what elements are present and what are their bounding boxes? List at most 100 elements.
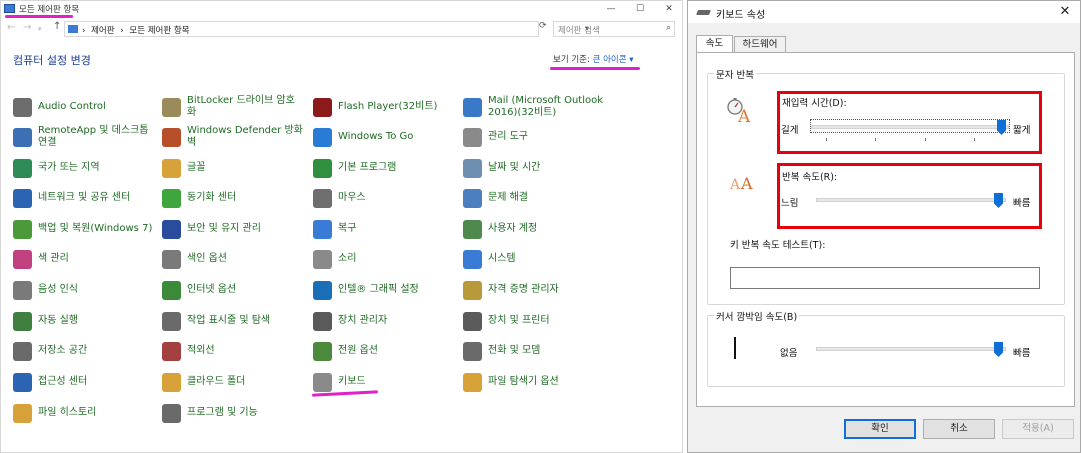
cursor-blink-min-label: 없음 xyxy=(780,348,798,359)
tab-speed[interactable]: 속도 xyxy=(696,35,733,53)
control-panel-item-label: 자동 실행 xyxy=(38,315,78,326)
repeat-test-input[interactable] xyxy=(730,267,1040,289)
file-history-icon xyxy=(13,403,32,423)
refresh-icon[interactable]: ⟳ xyxy=(539,21,547,31)
control-panel-item[interactable]: 시스템 xyxy=(463,245,516,273)
intel-graphics-icon xyxy=(313,280,332,300)
control-panel-item[interactable]: 백업 및 복원(Windows 7) xyxy=(13,215,152,243)
control-panel-item[interactable]: 글꼴 xyxy=(162,154,205,182)
control-panel-item[interactable]: 국가 또는 지역 xyxy=(13,154,100,182)
forward-arrow-icon[interactable]: → xyxy=(23,22,31,33)
control-panel-item-label: 네트워크 및 공유 센터 xyxy=(38,192,131,203)
annotation-box-repeat-rate xyxy=(777,163,1042,229)
audio-icon xyxy=(13,97,32,117)
control-panel-item[interactable]: 장치 및 프린터 xyxy=(463,307,550,335)
close-button[interactable]: ✕ xyxy=(1054,4,1076,20)
control-panel-item[interactable]: Flash Player(32비트) xyxy=(313,93,437,121)
control-panel-item[interactable]: 작업 표시줄 및 탐색 xyxy=(162,307,270,335)
control-panel-item-label: 전화 및 모뎀 xyxy=(488,345,541,356)
programs-features-icon xyxy=(162,403,181,423)
control-panel-item[interactable]: 자격 증명 관리자 xyxy=(463,276,559,304)
recent-locations-icon[interactable]: ▾ xyxy=(38,25,42,33)
cursor-blink-slider[interactable] xyxy=(816,342,1006,357)
maximize-button[interactable]: ☐ xyxy=(627,1,653,17)
control-panel-item-label: 작업 표시줄 및 탐색 xyxy=(187,315,271,326)
control-panel-item[interactable]: 접근성 센터 xyxy=(13,368,87,396)
control-panel-item[interactable]: 기본 프로그램 xyxy=(313,154,396,182)
search-icon[interactable]: ⌕ xyxy=(666,23,671,33)
breadcrumb-control-panel[interactable]: 제어판 xyxy=(91,26,114,36)
control-panel-item[interactable]: 관리 도구 xyxy=(463,123,528,151)
remoteapp-icon xyxy=(13,127,32,147)
minimize-button[interactable]: — xyxy=(598,1,624,17)
control-panel-item-label: 관리 도구 xyxy=(488,131,528,142)
control-panel-item[interactable]: 날짜 및 시간 xyxy=(463,154,540,182)
control-panel-item[interactable]: 색인 옵션 xyxy=(162,245,227,273)
address-bar[interactable]: › 제어판 › 모든 제어판 항목 ▾ xyxy=(64,21,589,37)
control-panel-item[interactable]: 복구 xyxy=(313,215,356,243)
breadcrumb-separator: › xyxy=(82,26,86,36)
cp-titlebar: 모든 제어판 항목 — ☐ ✕ xyxy=(1,1,682,17)
phone-modem-icon xyxy=(463,341,482,361)
control-panel-item-label: 인텔® 그래픽 설정 xyxy=(338,284,419,295)
back-arrow-icon[interactable]: ← xyxy=(7,22,15,33)
control-panel-item[interactable]: 동기화 센터 xyxy=(162,184,236,212)
slider-thumb[interactable] xyxy=(994,342,1003,357)
control-panel-item[interactable]: 전원 옵션 xyxy=(313,337,378,365)
control-panel-item[interactable]: 문제 해결 xyxy=(463,184,528,212)
repeat-test-label: 키 반복 속도 테스트(T): xyxy=(730,240,826,251)
view-by-label: 보기 기준: xyxy=(553,55,590,65)
control-panel-item-label: 날짜 및 시간 xyxy=(488,162,541,173)
control-panel-item[interactable]: 색 관리 xyxy=(13,245,69,273)
control-panel-item-label: BitLocker 드라이브 암호 화 xyxy=(187,95,295,118)
control-panel-item-label: 시스템 xyxy=(488,253,516,264)
cancel-button[interactable]: 취소 xyxy=(923,419,995,439)
control-panel-item[interactable]: 장치 관리자 xyxy=(313,307,387,335)
control-panel-item-label: 장치 관리자 xyxy=(338,315,388,326)
control-panel-item-label: 문제 해결 xyxy=(488,192,528,203)
control-panel-item[interactable]: 인텔® 그래픽 설정 xyxy=(313,276,419,304)
control-panel-item[interactable]: 저장소 공간 xyxy=(13,337,87,365)
breadcrumb-all-items[interactable]: 모든 제어판 항목 xyxy=(129,26,189,36)
control-panel-item[interactable]: 보안 및 유지 관리 xyxy=(162,215,261,243)
firewall-icon xyxy=(162,127,181,147)
cp-navigation-bar: ← → ▾ ↑ › 제어판 › 모든 제어판 항목 ▾ ⟳ 제어판 검색 ⌕ xyxy=(1,19,682,39)
control-panel-item[interactable]: 마우스 xyxy=(313,184,366,212)
tab-hardware[interactable]: 하드웨어 xyxy=(734,36,786,53)
control-panel-item[interactable]: Windows Defender 방화 벽 xyxy=(162,123,303,151)
control-panel-item[interactable]: BitLocker 드라이브 암호 화 xyxy=(162,93,295,121)
control-panel-item[interactable]: 파일 히스토리 xyxy=(13,399,96,427)
control-panel-item[interactable]: 인터넷 옵션 xyxy=(162,276,236,304)
ok-button[interactable]: 확인 xyxy=(844,419,916,439)
control-panel-item[interactable]: Mail (Microsoft Outlook 2016)(32비트) xyxy=(463,93,603,121)
fonts-icon xyxy=(162,158,181,178)
control-panel-item[interactable]: 적외선 xyxy=(162,337,215,365)
control-panel-item-label: 전원 옵션 xyxy=(338,345,378,356)
view-by-dropdown[interactable]: 큰 아이콘 ▾ xyxy=(593,55,634,65)
control-panel-item[interactable]: 파일 탐색기 옵션 xyxy=(463,368,559,396)
control-panel-item[interactable]: 음성 인식 xyxy=(13,276,78,304)
user-accounts-icon xyxy=(463,219,482,239)
control-panel-item[interactable]: 프로그램 및 기능 xyxy=(162,399,258,427)
control-panel-item[interactable]: 클라우드 폴더 xyxy=(162,368,245,396)
apply-button[interactable]: 적용(A) xyxy=(1002,419,1074,439)
control-panel-item[interactable]: 소리 xyxy=(313,245,356,273)
control-panel-item[interactable]: 네트워크 및 공유 센터 xyxy=(13,184,130,212)
view-by-control[interactable]: 보기 기준: 큰 아이콘 ▾ xyxy=(553,53,634,65)
system-icon xyxy=(463,249,482,269)
up-arrow-icon[interactable]: ↑ xyxy=(53,21,61,32)
region-icon xyxy=(13,158,32,178)
control-panel-item[interactable]: RemoteApp 및 데스크톱 연결 xyxy=(13,123,148,151)
breadcrumb-separator: › xyxy=(120,26,124,36)
control-panel-item[interactable]: Windows To Go xyxy=(313,123,413,151)
control-panel-item-label: 사용자 계정 xyxy=(488,223,538,234)
search-input[interactable]: 제어판 검색 ⌕ xyxy=(553,21,675,37)
control-panel-item[interactable]: 전화 및 모뎀 xyxy=(463,337,540,365)
close-button[interactable]: ✕ xyxy=(656,1,682,17)
annotation-underline-viewby xyxy=(550,67,640,70)
control-panel-item[interactable]: 자동 실행 xyxy=(13,307,78,335)
control-panel-item[interactable]: Audio Control xyxy=(13,93,106,121)
device-manager-icon xyxy=(313,311,332,331)
control-panel-item[interactable]: 사용자 계정 xyxy=(463,215,537,243)
control-panel-icon xyxy=(4,4,15,13)
